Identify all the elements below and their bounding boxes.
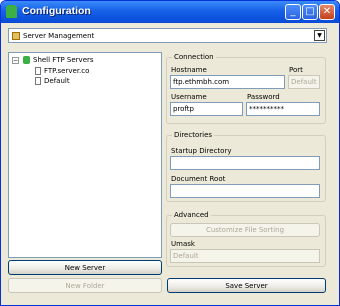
port-field[interactable]: Default: [288, 75, 320, 89]
document-root-field[interactable]: [170, 184, 320, 198]
directories-legend: Directories: [172, 131, 215, 139]
configuration-window: Configuration _ □ ✕ Server Management ▼ …: [0, 0, 340, 306]
window-title: Configuration: [22, 5, 91, 17]
startup-directory-label: Startup Directory: [171, 147, 232, 155]
tree-item-label: Default: [44, 77, 70, 85]
server-icon: [35, 77, 41, 85]
app-icon: [6, 5, 17, 18]
port-label: Port: [289, 66, 303, 74]
advanced-legend: Advanced: [172, 211, 211, 219]
save-server-button[interactable]: Save Server: [167, 278, 326, 293]
server-tree[interactable]: − Shell FTP Servers FTP.server.co Defaul…: [8, 52, 162, 258]
startup-directory-field[interactable]: [170, 156, 320, 170]
title-bar[interactable]: Configuration _ □ ✕: [1, 1, 339, 23]
document-root-label: Document Root: [171, 175, 226, 183]
umask-field[interactable]: Default: [170, 249, 320, 263]
server-icon: [35, 67, 41, 75]
customize-file-sorting-button[interactable]: Customize File Sorting: [170, 223, 320, 237]
hostname-label: Hostname: [171, 66, 207, 74]
section-select-value: Server Management: [23, 32, 95, 40]
chevron-down-icon[interactable]: ▼: [314, 30, 325, 41]
ftp-servers-icon: [23, 56, 30, 64]
maximize-button[interactable]: □: [302, 4, 318, 20]
close-button[interactable]: ✕: [319, 4, 335, 20]
collapse-icon[interactable]: −: [12, 57, 19, 64]
connection-legend: Connection: [172, 53, 216, 61]
username-field[interactable]: proftp: [170, 102, 243, 116]
section-select[interactable]: Server Management ▼: [8, 28, 327, 43]
new-server-button[interactable]: New Server: [8, 260, 162, 275]
tree-root-label: Shell FTP Servers: [33, 56, 94, 64]
new-folder-button[interactable]: New Folder: [8, 278, 162, 293]
hostname-field[interactable]: ftp.ethmbh.com: [170, 75, 285, 89]
username-label: Username: [171, 93, 207, 101]
tree-item-label: FTP.server.co: [44, 67, 90, 75]
password-label: Password: [247, 93, 280, 101]
tree-item[interactable]: Default: [35, 77, 70, 87]
folder-icon: [12, 32, 20, 40]
umask-label: Umask: [171, 240, 195, 248]
password-field[interactable]: **********: [246, 102, 320, 116]
minimize-button[interactable]: _: [285, 4, 301, 20]
tree-item[interactable]: FTP.server.co: [35, 67, 89, 77]
